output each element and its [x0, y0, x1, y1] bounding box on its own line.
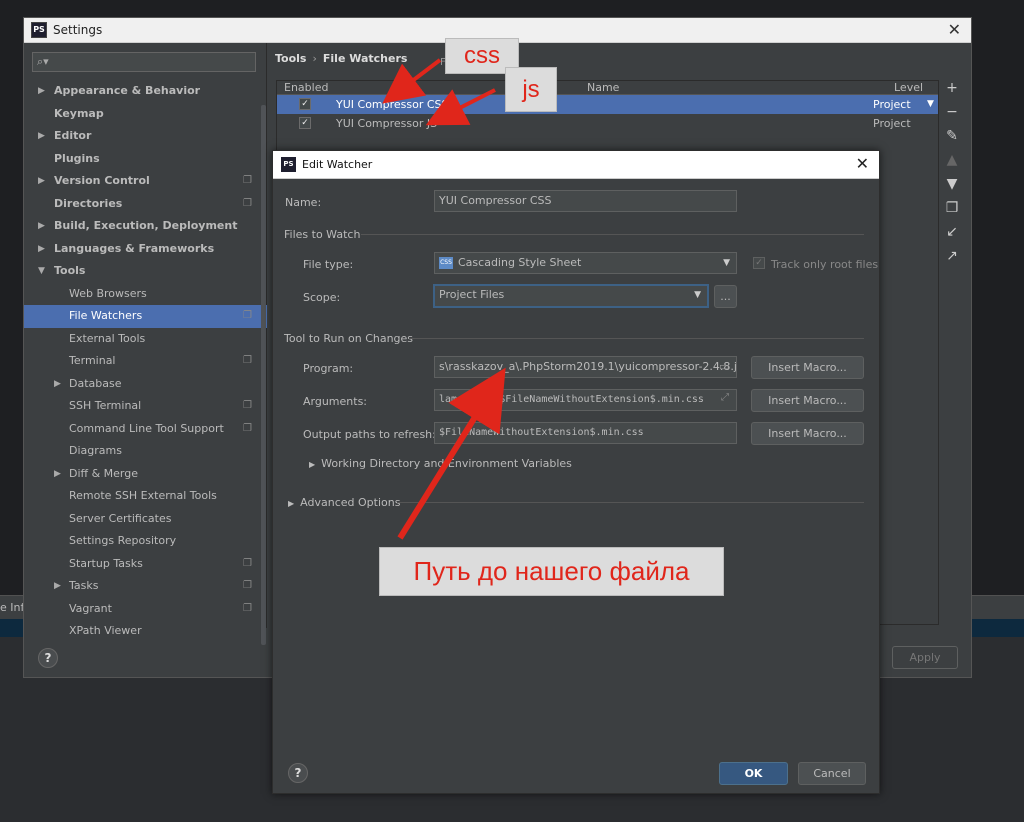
arrow-to-program-field [397, 367, 506, 540]
arrow-to-css-row [382, 58, 442, 104]
arrow-to-js-row [425, 88, 496, 126]
annotation-arrows [382, 58, 506, 540]
